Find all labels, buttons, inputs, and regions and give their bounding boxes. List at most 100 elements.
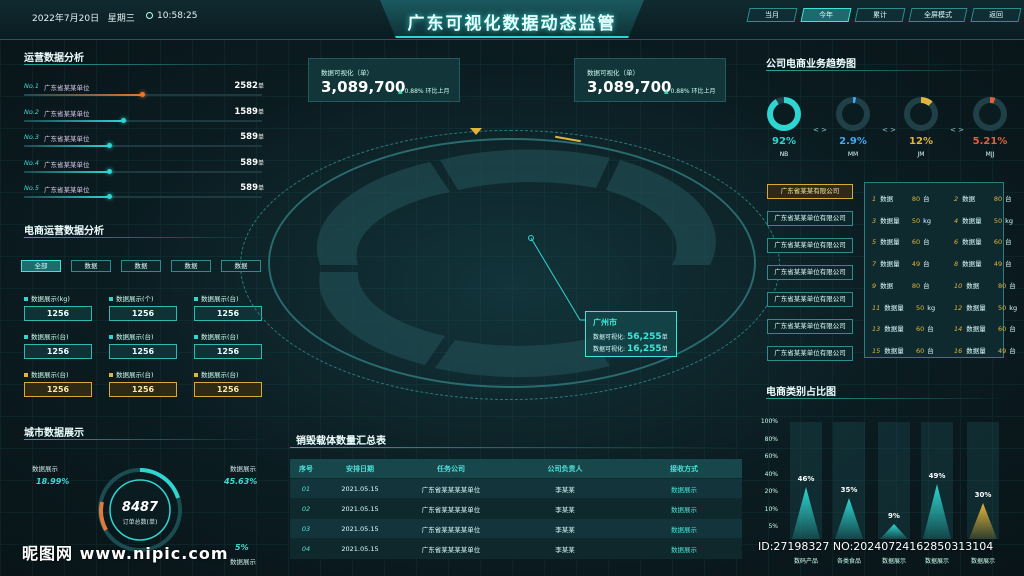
- donut-value: 2.9%: [839, 136, 867, 147]
- company-button[interactable]: 广东省某某单位有限公司: [767, 319, 853, 334]
- cell-value: 50: [993, 216, 1003, 225]
- cell-value: 50: [916, 303, 925, 312]
- company-data-cell: 6 数据量 60 台: [954, 236, 1024, 246]
- table-cell-link[interactable]: 数据展示: [626, 544, 742, 554]
- donut-label: NB: [779, 151, 789, 158]
- donut-value: 5.21%: [972, 136, 1008, 147]
- table-cell: 李某某: [555, 485, 575, 494]
- company-button[interactable]: 广东省某某单位有限公司: [767, 238, 853, 253]
- watermark-id: ID:27198327 NO:20240724162850313104: [758, 540, 994, 553]
- table-header-row: 序号 安排日期 任务公司 公司负责人 接收方式: [290, 459, 742, 479]
- cone-bar: [969, 503, 997, 539]
- city-right-label: 数据展示: [230, 465, 256, 473]
- filter-all[interactable]: 全部: [21, 260, 61, 272]
- ops-row[interactable]: No.5 广东省某某单位 589单: [24, 183, 264, 202]
- ecom-stat-card: 数据展示(kg) 1256: [24, 293, 92, 321]
- company-data-cell: 1 数据 80 台: [872, 193, 944, 203]
- table-cell: 2021.05.15: [341, 484, 379, 493]
- cell-unit: 台: [1009, 346, 1016, 355]
- ops-value-number: 589: [240, 132, 258, 142]
- tab-cumulative[interactable]: 累计: [854, 8, 906, 22]
- header-weekday: 星期三: [107, 14, 135, 24]
- ops-row[interactable]: No.4 广东省某某单位 589单: [24, 158, 264, 177]
- y-tick-label: 100%: [760, 418, 778, 425]
- cell-value: 49: [911, 260, 921, 269]
- company-data-cell: 9 数据 80 台: [872, 280, 944, 290]
- cell-label: 数据: [880, 281, 894, 290]
- bar-value-label: 49%: [928, 472, 946, 480]
- filter-data-1[interactable]: 数据: [71, 260, 111, 272]
- table-row[interactable]: 02 2021.05.15 广东省某某某某单位 李某某 数据展示: [290, 499, 742, 519]
- company-button[interactable]: 广东省某某单位有限公司: [767, 292, 853, 307]
- kpi-change: ▲ 0.88% 环比上月: [664, 88, 716, 95]
- ops-value-number: 1589: [234, 106, 258, 117]
- page-title: 广东可视化数据动态监管: [407, 14, 617, 34]
- donut-chart: [904, 97, 938, 131]
- table-row[interactable]: 03 2021.05.15 广东省某某某某单位 李某某 数据展示: [290, 519, 742, 539]
- table-cell-link[interactable]: 数据展示: [626, 524, 742, 534]
- radar-sectors: [316, 149, 716, 378]
- cell-unit: 台: [923, 260, 930, 269]
- company-button[interactable]: 广东省某某单位有限公司: [767, 346, 853, 361]
- filter-data-3[interactable]: 数据: [171, 260, 211, 272]
- company-button[interactable]: 广东省某某单位有限公司: [767, 265, 853, 280]
- ops-row[interactable]: No.1 广东省某某单位 2582单: [24, 81, 264, 100]
- trend-title: 公司电商业务趋势图: [766, 59, 856, 70]
- bar-value-label: 9%: [888, 512, 900, 520]
- table-cell: 04: [301, 544, 311, 553]
- cell-index: 10: [954, 281, 963, 290]
- col-header: 安排日期: [346, 464, 374, 473]
- map-info-card[interactable]: 广州市 数据可视化: 56,255单 数据可视化: 16,255单: [585, 311, 677, 357]
- ecom-stat-value: 1256: [24, 382, 92, 397]
- category-label: 数据展示: [970, 558, 995, 565]
- table-cell: 广东省某某某某单位: [421, 545, 481, 554]
- table-cell: 李某某: [555, 505, 575, 514]
- company-data-cell: 15 数据量 60 台: [872, 345, 944, 355]
- cell-label: 数据: [966, 281, 980, 290]
- cell-index: 12: [954, 303, 963, 312]
- company-button[interactable]: 广东省某某有限公司: [767, 184, 853, 199]
- ops-progress-dot: [106, 143, 112, 148]
- swap-arrows-icon: < >: [950, 126, 964, 134]
- cell-unit: 台: [927, 325, 934, 334]
- cell-index: 4: [954, 216, 959, 225]
- cell-label: 数据量: [880, 216, 900, 225]
- ops-value: 589单: [240, 183, 264, 193]
- cell-value: 80: [998, 281, 1007, 290]
- tab-fullscreen[interactable]: 全屏模式: [908, 8, 968, 22]
- table-cell-link[interactable]: 数据展示: [626, 504, 742, 514]
- ops-row[interactable]: No.3 广东省某某单位 589单: [24, 132, 264, 151]
- cell-value: 49: [998, 346, 1007, 355]
- company-data-cell: 4 数据量 50 kg: [954, 215, 1024, 225]
- watermark-logo: 昵图网 www.nipic.com: [22, 544, 229, 563]
- company-data-cell: 7 数据量 49 台: [872, 258, 944, 268]
- donut-hole: [910, 103, 932, 125]
- ops-progress-fill: [24, 145, 110, 147]
- table-row[interactable]: 01 2021.05.15 广东省某某某某单位 李某某 数据展示: [290, 479, 742, 499]
- city-right-value: 45.63%: [224, 477, 258, 486]
- y-tick-label: 40%: [764, 470, 778, 478]
- filter-data-2[interactable]: 数据: [121, 260, 161, 272]
- cell-value: 80: [993, 195, 1003, 203]
- tab-year[interactable]: 今年: [800, 8, 852, 22]
- ops-row[interactable]: No.2 广东省某某单位 1589单: [24, 106, 264, 126]
- cell-label: 数据: [962, 195, 976, 203]
- ops-title: 运营数据分析: [24, 53, 84, 64]
- stat-bullet-icon: [24, 373, 28, 377]
- ops-progress-fill: [24, 94, 143, 96]
- stat-bullet-icon: [24, 297, 28, 301]
- share-divider: [766, 398, 1006, 399]
- tab-back[interactable]: 返回: [970, 8, 1022, 22]
- company-button[interactable]: 广东省某某单位有限公司: [767, 211, 853, 226]
- ecom-stat-label: 数据展示(台): [194, 331, 262, 341]
- cell-unit: kg: [1005, 216, 1014, 225]
- share-title: 电商类别占比图: [766, 387, 836, 398]
- company-data-cell: 8 数据量 49 台: [954, 258, 1024, 268]
- cell-index: 9: [872, 281, 877, 290]
- table-row[interactable]: 04 2021.05.15 广东省某某某某单位 李某某 数据展示: [290, 539, 742, 559]
- table-cell-link[interactable]: 数据展示: [626, 484, 742, 494]
- summary-table: 序号 安排日期 任务公司 公司负责人 接收方式 01 2021.05.15 广东省某…: [290, 459, 742, 559]
- donut-chart: [836, 97, 870, 131]
- tab-month[interactable]: 当月: [746, 8, 798, 22]
- ecom-stat-label-text: 数据展示(台): [116, 371, 154, 379]
